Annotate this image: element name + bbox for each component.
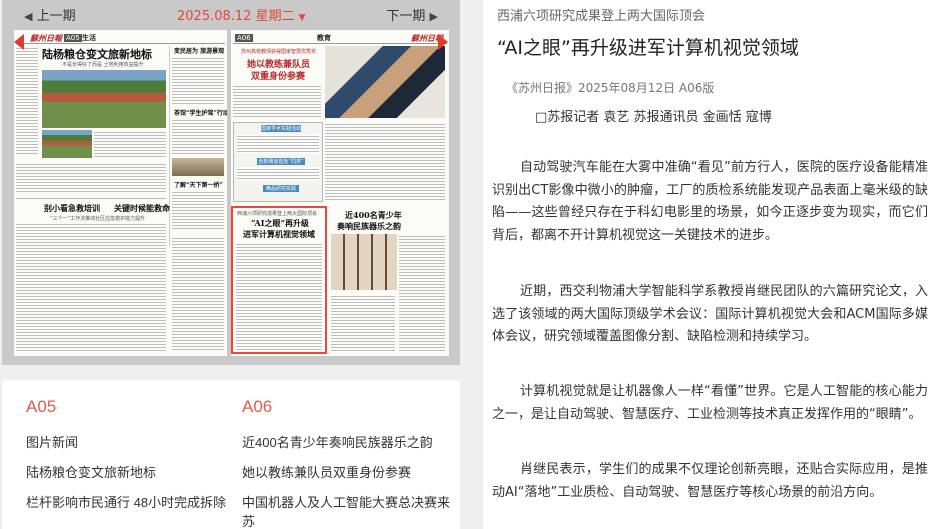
- index-item[interactable]: 中国机器人及人工智能大赛总决赛来苏: [242, 493, 452, 529]
- page-index: A05 图片新闻 陆杨粮仓变文旅新地标 栏杆影响市民通行 48小时完成拆除 A0…: [2, 380, 460, 529]
- text-column: [236, 242, 322, 350]
- article-panel: 西浦六项研究成果登上两大国际顶会 “AI之眼”再升级进军计算机视觉领域 《苏州日…: [483, 0, 940, 529]
- side-headline: 了解“天下第一桥”: [174, 182, 223, 189]
- bottom-headline-2: 关键时候能救命: [114, 203, 170, 213]
- section-name: 教育: [317, 34, 331, 42]
- article-paragraph: 计算机视觉就是让机器像人一样“看懂”世界。它是人工智能的核心能力之一，是让自动驾…: [492, 384, 928, 422]
- right-headline-1: 近400名青少年: [345, 210, 402, 220]
- top-headline-2: 双重身份参赛: [251, 72, 306, 82]
- music-photo: [331, 234, 397, 290]
- newspaper-viewer: ◀ 上一期 2025.08.12 星期二 ▼ 下一期 ▶ 蘇州日報 A05 生活 …: [2, 0, 460, 365]
- text-column: [172, 56, 224, 104]
- page-code: A05: [26, 397, 57, 416]
- issue-date-selector[interactable]: 2025.08.12 星期二 ▼: [177, 5, 306, 24]
- text-column: [16, 222, 166, 352]
- side-photo: [172, 158, 224, 176]
- text-column: [16, 162, 166, 192]
- bottom-headline-1: 别小看急救培训: [44, 203, 100, 213]
- text-column: [94, 130, 166, 158]
- left-column: ◀ 上一期 2025.08.12 星期二 ▼ 下一期 ▶ 蘇州日報 A05 生活 …: [0, 0, 462, 529]
- page-rule: [16, 43, 225, 44]
- side-headline: 变民居为 旅游景观: [174, 48, 225, 55]
- previous-page-arrow-icon[interactable]: [14, 34, 24, 50]
- newspaper-page-a05[interactable]: 蘇州日報 A05 生活 陆杨粮仓变文旅新地标 不是长得好了而是 土地利用效益提升…: [14, 30, 227, 356]
- index-item[interactable]: 她以教练兼队员双重身份参赛: [242, 463, 452, 482]
- top-kicker: 苏州高校教师获得国家智慧优秀奖: [241, 49, 317, 55]
- lead-subheadline: 不是长得好了而是 土地利用效益提升: [62, 62, 144, 68]
- highlight-headline-2: 进军计算机视觉领域: [243, 229, 315, 239]
- text-column: [399, 234, 445, 352]
- article-source: 《苏州日报》2025年08月12日 A06版: [506, 81, 715, 95]
- text-column: [16, 196, 166, 200]
- text-column: [172, 118, 224, 156]
- next-page-arrow-icon[interactable]: [438, 34, 448, 50]
- section-name: 生活: [82, 34, 96, 42]
- text-column: [172, 190, 224, 230]
- index-item[interactable]: 陆杨粮仓变文旅新地标: [26, 463, 236, 482]
- text-column: [233, 84, 321, 118]
- page-code: A06: [242, 397, 273, 416]
- column-divider: [169, 46, 170, 246]
- index-item[interactable]: 图片新闻: [26, 433, 236, 452]
- highlight-headline-1: “AI之眼”再升级: [251, 218, 310, 228]
- article-byline: □苏报记者 袁艺 苏报通讯员 金画恬 寇博: [535, 110, 772, 125]
- lead-headline: 陆杨粮仓变文旅新地标: [42, 48, 152, 61]
- athletes-photo: [325, 46, 445, 118]
- issue-navigation: ◀ 上一期 2025.08.12 星期二 ▼ 下一期 ▶: [2, 0, 460, 28]
- index-item[interactable]: 近400名青少年奏响民族器乐之韵: [242, 433, 452, 452]
- farm-photo: [42, 70, 166, 128]
- previous-issue-label: 上一期: [36, 9, 76, 24]
- section-code: A06: [235, 34, 253, 42]
- feature-bar: 精品研究实践: [263, 185, 299, 192]
- feature-bar: 国家学术实践活动: [261, 125, 302, 132]
- page-rule: [233, 43, 447, 44]
- issue-date: 2025.08.12 星期二: [177, 9, 295, 24]
- text-column: [16, 46, 38, 156]
- article-paragraph: 近期，西交利物浦大学智能科学系教授肖继民团队的六篇研究论文，入选了该领域的两大国…: [492, 284, 928, 344]
- article-kicker: 西浦六项研究成果登上两大国际顶会: [497, 9, 706, 24]
- next-issue-link[interactable]: 下一期 ▶: [386, 5, 438, 24]
- selected-article-highlight[interactable]: 西浦六项研究成果登上两大国际顶会 “AI之眼”再升级 进军计算机视觉领域: [231, 206, 327, 354]
- highlight-kicker: 西浦六项研究成果登上两大国际顶会: [237, 211, 318, 217]
- previous-issue-link[interactable]: ◀ 上一期: [24, 5, 76, 24]
- feature-bar: 创新赛道首批“同类”: [257, 158, 305, 165]
- article-paragraph: 自动驾驶汽车能在大雾中准确“看见”前方行人，医院的医疗设备能精准识别出CT影像中…: [492, 160, 928, 243]
- left-arrow-icon: ◀: [24, 10, 33, 23]
- text-column: [325, 122, 445, 202]
- text-column: [172, 236, 224, 352]
- next-issue-label: 下一期: [386, 9, 426, 24]
- right-arrow-icon: ▶: [429, 10, 438, 23]
- text-column: [331, 294, 395, 352]
- right-headline-2: 奏响民族器乐之韵: [337, 221, 401, 231]
- newspaper-page-a06[interactable]: A06 教育 蘇州日報 苏州高校教师获得国家智慧优秀奖 她以教练兼队员 双重身份…: [231, 30, 449, 356]
- index-item[interactable]: 栏杆影响市民通行 48小时完成拆除: [26, 493, 236, 512]
- side-headline: 茶馆“学生护驾”行动: [174, 110, 227, 117]
- caret-down-icon: ▼: [298, 13, 306, 23]
- article-title: “AI之眼”再升级进军计算机视觉领域: [497, 37, 799, 59]
- section-code: A05: [64, 34, 82, 42]
- bottom-subheadline: “三个一”工作法推动社区应急救护能力提升: [50, 216, 146, 222]
- text-column: [237, 134, 319, 154]
- article-paragraph: 肖继民表示，学生们的成果不仅理论创新亮眼，还贴合实际应用，是推动AI“落地”工业…: [492, 462, 928, 500]
- farm-photo-small: [42, 130, 92, 158]
- text-column: [237, 167, 319, 181]
